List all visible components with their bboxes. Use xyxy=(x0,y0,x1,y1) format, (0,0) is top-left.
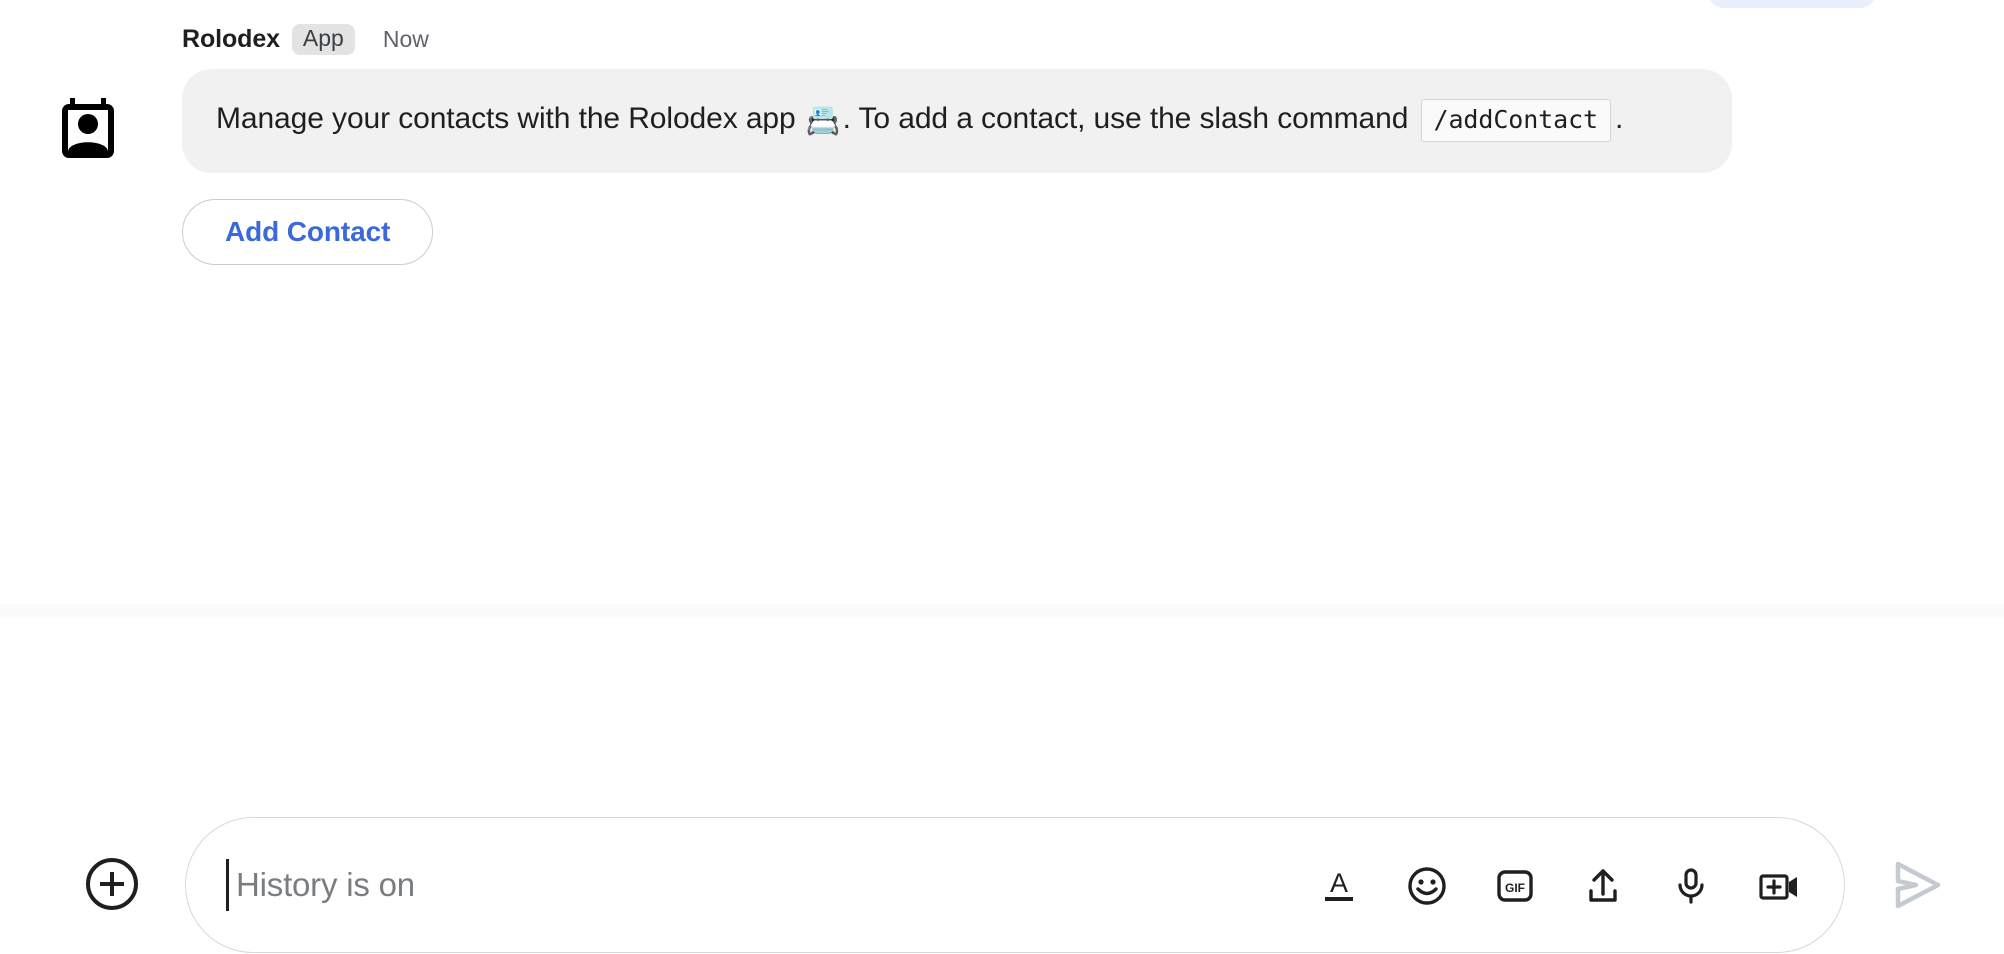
message-input-placeholder: History is on xyxy=(236,866,415,903)
emoji-icon[interactable] xyxy=(1404,863,1450,909)
contact-card-icon xyxy=(53,93,123,168)
message-body-text: Manage your contacts with the Rolodex ap… xyxy=(216,95,1698,145)
top-cutoff-pill-fragment xyxy=(1708,0,1876,8)
plus-circle-icon[interactable] xyxy=(84,856,140,912)
add-video-icon[interactable] xyxy=(1756,863,1802,909)
slash-command-chip: /addContact xyxy=(1420,99,1611,142)
text-caret xyxy=(226,859,229,911)
add-contact-button-label: Add Contact xyxy=(225,216,391,247)
avatar xyxy=(52,94,124,166)
svg-text:A: A xyxy=(1330,868,1348,898)
gif-icon[interactable]: GIF xyxy=(1492,863,1538,909)
body-text-part-1: Manage your contacts with the Rolodex ap… xyxy=(216,102,804,135)
send-icon[interactable] xyxy=(1888,856,1946,914)
composer-toolbar: A GIF xyxy=(1316,818,1802,954)
format-text-icon[interactable]: A xyxy=(1316,863,1362,909)
add-contact-button[interactable]: Add Contact xyxy=(182,199,434,265)
upload-icon[interactable] xyxy=(1580,863,1626,909)
microphone-icon[interactable] xyxy=(1668,863,1714,909)
message-input-shell[interactable]: History is on A GIF xyxy=(185,817,1845,953)
message-header: Rolodex App Now xyxy=(182,22,1732,56)
message-content-column: Rolodex App Now Manage your contacts wit… xyxy=(182,22,1732,265)
svg-text:GIF: GIF xyxy=(1505,881,1525,895)
body-text-part-3: . xyxy=(1614,102,1624,135)
bottom-edge-band xyxy=(0,604,2004,618)
body-text-part-2: . To add a contact, use the slash comman… xyxy=(842,102,1417,135)
app-badge: App xyxy=(291,23,355,55)
message-timestamp: Now xyxy=(382,25,429,52)
message-bubble: Manage your contacts with the Rolodex ap… xyxy=(182,69,1732,173)
card-index-emoji: 📇 xyxy=(805,105,841,136)
message-composer: History is on A GIF xyxy=(0,404,2004,953)
sender-name: Rolodex xyxy=(182,24,280,53)
